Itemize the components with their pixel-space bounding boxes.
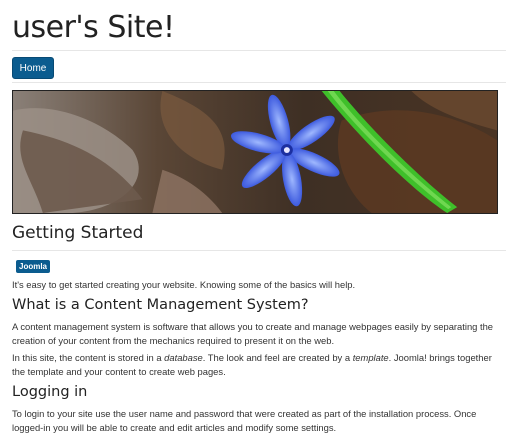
nav-home-button[interactable]: Home [12,57,54,79]
cms-paragraph-1: A content management system is software … [12,321,494,346]
title-divider [12,250,506,251]
banner-flower-image [13,91,497,213]
article-title: Getting Started [12,223,144,243]
section-heading-login: Logging in [12,384,88,400]
nav-divider [12,82,506,83]
page: user's Site! Home Getting Started Joomla… [0,0,506,437]
cms-p2-database: database [164,352,203,363]
intro-paragraph: It's easy to get started creating your w… [12,279,356,290]
cms-p2-template: template [352,352,389,363]
cms-p2-text-a: In this site, the content is stored in a [12,352,165,363]
cms-paragraph-2: In this site, the content is stored in a… [12,351,498,379]
section-heading-cms: What is a Content Management System? [12,297,309,313]
banner-image [12,90,498,214]
cms-p2-text-b: . The look and feel are created by a [202,352,353,363]
tag-badge[interactable]: Joomla [16,260,51,273]
site-title[interactable]: user's Site! [12,8,175,48]
main-menu: Home [12,57,54,79]
header-divider [12,50,506,51]
login-paragraph: To login to your site use the user name … [12,408,477,433]
